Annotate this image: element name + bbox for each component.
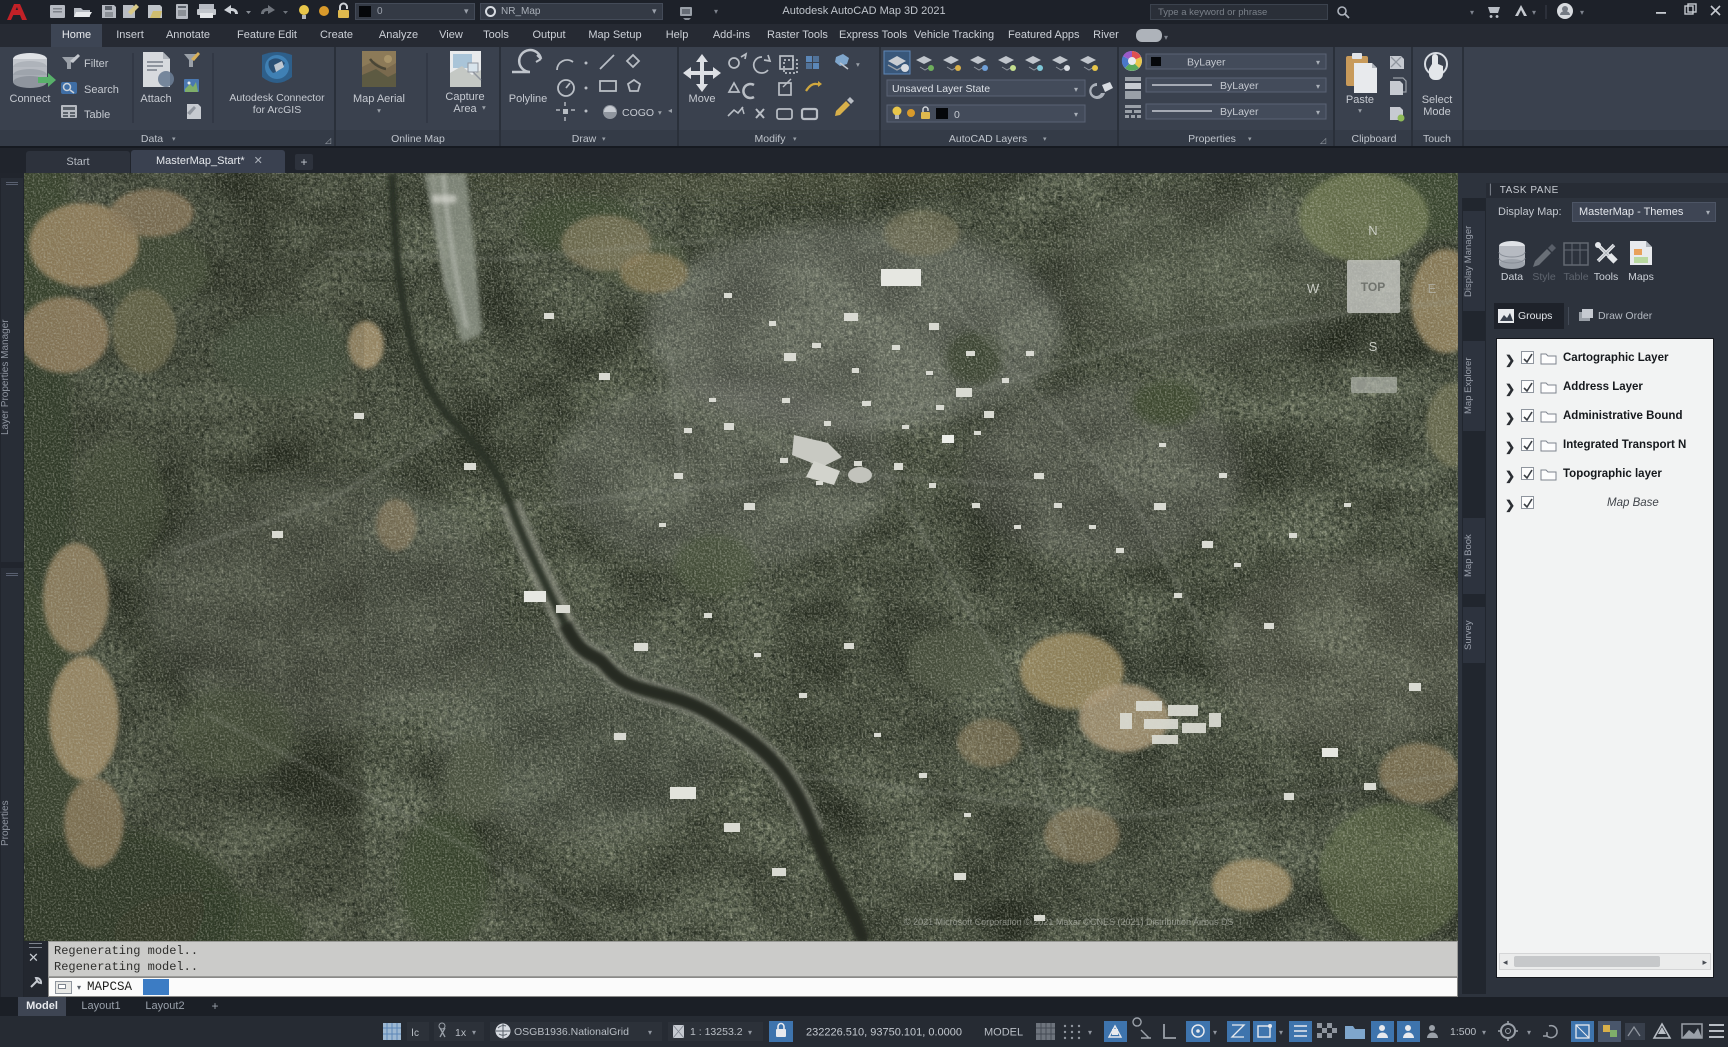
- svg-text:TOP: TOP: [1361, 280, 1385, 294]
- svg-text:Search: Search: [84, 84, 119, 96]
- svg-text:▾: ▾: [648, 1028, 652, 1037]
- svg-text:▾: ▾: [856, 60, 860, 69]
- svg-text:Data: Data: [141, 133, 163, 145]
- svg-text:▾: ▾: [793, 136, 797, 143]
- svg-text:▾: ▾: [1043, 136, 1047, 143]
- svg-text:Properties: Properties: [1188, 133, 1236, 145]
- svg-text:S: S: [1369, 339, 1378, 354]
- svg-text:ByLayer: ByLayer: [1220, 106, 1259, 118]
- svg-text:Online Map: Online Map: [391, 133, 445, 145]
- svg-text:Clipboard: Clipboard: [1352, 133, 1397, 145]
- svg-text:Map Aerial: Map Aerial: [353, 93, 405, 105]
- svg-text:▾: ▾: [1358, 106, 1362, 115]
- svg-text:Modify: Modify: [755, 133, 787, 145]
- svg-text:1 : 13253.2: 1 : 13253.2: [690, 1026, 743, 1038]
- svg-text:▾: ▾: [1470, 8, 1474, 17]
- svg-text:▾: ▾: [172, 136, 176, 143]
- svg-text:1:500: 1:500: [1450, 1026, 1476, 1038]
- svg-text:AutoCAD Layers: AutoCAD Layers: [949, 133, 1027, 145]
- svg-text:▾: ▾: [1527, 1028, 1531, 1037]
- svg-text:Move: Move: [689, 93, 716, 105]
- svg-text:N: N: [1368, 223, 1377, 238]
- svg-text:Paste: Paste: [1346, 94, 1374, 106]
- svg-text:Attach: Attach: [140, 93, 171, 105]
- svg-text:Table: Table: [84, 109, 110, 121]
- svg-text:▾: ▾: [748, 1028, 752, 1037]
- svg-text:ByLayer: ByLayer: [1187, 57, 1226, 69]
- svg-text:MODEL: MODEL: [984, 1027, 1023, 1039]
- svg-text:◿: ◿: [1320, 136, 1327, 145]
- svg-text:▾: ▾: [658, 108, 662, 117]
- svg-text:Draw: Draw: [572, 133, 597, 145]
- svg-text:OSGB1936.NationalGrid: OSGB1936.NationalGrid: [514, 1026, 629, 1038]
- svg-text:Unsaved Layer State: Unsaved Layer State: [892, 83, 990, 95]
- svg-text:▾: ▾: [377, 106, 381, 115]
- svg-text:▾: ▾: [1074, 85, 1078, 94]
- svg-text:◿: ◿: [325, 136, 332, 145]
- svg-text:▾: ▾: [1316, 108, 1320, 117]
- svg-text:Polyline: Polyline: [509, 93, 548, 105]
- svg-text:Area: Area: [453, 103, 477, 115]
- svg-text:Style: Style: [1532, 271, 1556, 283]
- svg-text:Mode: Mode: [1423, 106, 1451, 118]
- svg-text:Select: Select: [1422, 94, 1453, 106]
- svg-text:▾: ▾: [1248, 136, 1252, 143]
- svg-text:Data: Data: [1501, 271, 1523, 283]
- svg-text:Table: Table: [1563, 271, 1588, 283]
- svg-text:▾: ▾: [1316, 82, 1320, 91]
- svg-text:▾: ▾: [482, 103, 486, 112]
- svg-text:▾: ▾: [1279, 1028, 1283, 1037]
- svg-text:Connect: Connect: [10, 93, 51, 105]
- svg-text:© 2021 Microsoft Corporation ©: © 2021 Microsoft Corporation © 2021 Maxa…: [904, 917, 1234, 927]
- svg-text:W: W: [1307, 281, 1320, 296]
- svg-text:for ArcGIS: for ArcGIS: [253, 104, 301, 116]
- svg-text:Ⅰc: Ⅰc: [411, 1028, 419, 1039]
- svg-text:▾: ▾: [602, 136, 606, 143]
- svg-text:E: E: [1428, 281, 1437, 296]
- svg-text:Maps: Maps: [1628, 271, 1654, 283]
- svg-text:▾: ▾: [1532, 8, 1536, 17]
- svg-text:▾: ▾: [1074, 110, 1078, 119]
- svg-text:232226.510, 93750.101, 0.0000: 232226.510, 93750.101, 0.0000: [806, 1027, 962, 1039]
- svg-text:▾: ▾: [1088, 1028, 1092, 1037]
- svg-text:0: 0: [954, 109, 960, 121]
- svg-text:◂: ◂: [668, 106, 672, 115]
- svg-text:ByLayer: ByLayer: [1220, 80, 1259, 92]
- svg-text:Tools: Tools: [1594, 271, 1619, 283]
- svg-text:▾: ▾: [1580, 8, 1584, 17]
- svg-text:Autodesk Connector: Autodesk Connector: [229, 92, 325, 104]
- svg-text:1x: 1x: [455, 1027, 467, 1039]
- svg-text:Touch: Touch: [1423, 133, 1451, 145]
- svg-text:Filter: Filter: [84, 58, 109, 70]
- svg-text:Capture: Capture: [445, 91, 484, 103]
- svg-text:▾: ▾: [1213, 1028, 1217, 1037]
- svg-text:COGO: COGO: [622, 107, 654, 119]
- svg-text:▾: ▾: [1316, 58, 1320, 67]
- svg-text:▾: ▾: [1482, 1028, 1486, 1037]
- svg-text:▾: ▾: [472, 1028, 476, 1037]
